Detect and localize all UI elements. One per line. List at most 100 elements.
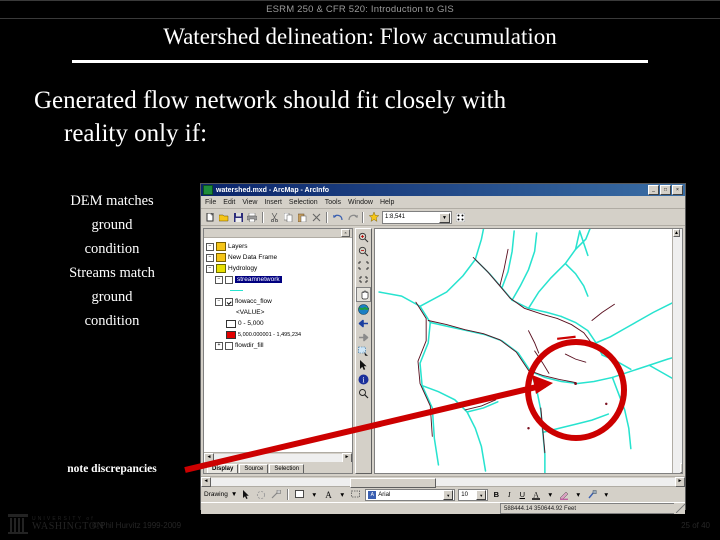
rotate-icon[interactable] bbox=[255, 488, 268, 501]
open-icon[interactable] bbox=[218, 211, 230, 223]
drawing-menu-label[interactable]: Drawing bbox=[204, 491, 228, 498]
toc-node-new-data-frame[interactable]: − New Data Frame bbox=[206, 252, 350, 263]
uw-column-icon bbox=[8, 514, 28, 534]
svg-text:A: A bbox=[533, 490, 539, 499]
drawing-menu-arrow[interactable]: ▼ bbox=[231, 491, 237, 498]
text-tool-arrow[interactable]: ▾ bbox=[337, 490, 347, 499]
fill-color-icon[interactable] bbox=[294, 488, 307, 501]
scroll-down-icon[interactable]: ▼ bbox=[679, 463, 682, 473]
toc-horizontal-scrollbar[interactable]: ◄ ► bbox=[204, 452, 352, 463]
font-color-arrow[interactable]: ▾ bbox=[545, 490, 555, 499]
undo-icon[interactable] bbox=[332, 211, 344, 223]
scroll-up-icon[interactable]: ▲ bbox=[673, 229, 680, 237]
delete-icon[interactable] bbox=[310, 211, 322, 223]
expander-icon[interactable]: − bbox=[215, 297, 223, 306]
zoom-out-icon[interactable] bbox=[357, 245, 370, 258]
toc-node-layers[interactable]: − Layers bbox=[206, 241, 350, 252]
cut-icon[interactable] bbox=[268, 211, 280, 223]
toc-node-hydrology[interactable]: − Hydrology bbox=[206, 263, 350, 274]
print-icon[interactable] bbox=[246, 211, 258, 223]
close-button[interactable]: × bbox=[672, 185, 683, 195]
expander-icon[interactable]: − bbox=[206, 242, 214, 251]
scale-dropdown-arrow[interactable]: ▼ bbox=[439, 212, 450, 223]
select-elements-icon[interactable] bbox=[357, 359, 370, 372]
map-scroll-right-icon[interactable]: ► bbox=[675, 476, 685, 487]
drawing-effects-arrow[interactable]: ▾ bbox=[601, 490, 611, 499]
toc-tabs: Display Source Selection bbox=[204, 462, 352, 473]
menu-file[interactable]: File bbox=[205, 199, 216, 206]
drawing-effects-icon[interactable] bbox=[586, 488, 599, 501]
full-extent-globe-icon[interactable] bbox=[357, 303, 370, 316]
new-element-icon[interactable] bbox=[350, 488, 363, 501]
zoom-in-icon[interactable] bbox=[357, 231, 370, 244]
layer-visibility-checkbox[interactable] bbox=[225, 297, 233, 306]
go-forward-icon[interactable] bbox=[357, 331, 370, 344]
map-vertical-scrollbar[interactable]: ▲ ▼ bbox=[672, 229, 682, 473]
italic-button[interactable]: I bbox=[504, 490, 514, 499]
tab-display[interactable]: Display bbox=[207, 464, 239, 473]
font-name-combo[interactable]: A Arial ▼ bbox=[365, 488, 456, 501]
maximize-button[interactable]: □ bbox=[660, 185, 671, 195]
menu-tools[interactable]: Tools bbox=[325, 199, 341, 206]
data-frame-icon bbox=[216, 253, 226, 262]
select-elements-icon[interactable] bbox=[240, 488, 253, 501]
font-size-combo[interactable]: 10 ▼ bbox=[458, 488, 489, 501]
go-back-icon[interactable] bbox=[357, 317, 370, 330]
toc-layer-flowdir[interactable]: + flowdir_fill bbox=[206, 340, 350, 351]
expander-icon[interactable]: − bbox=[215, 275, 223, 284]
window-titlebar[interactable]: watershed.mxd - ArcMap - ArcInfo _ □ × bbox=[201, 184, 685, 196]
edit-vertices-icon[interactable] bbox=[270, 488, 283, 501]
fixed-zoom-in-icon[interactable] bbox=[357, 259, 370, 272]
menu-view[interactable]: View bbox=[242, 199, 257, 206]
map-scroll-thumb[interactable] bbox=[350, 477, 436, 488]
add-data-icon[interactable] bbox=[368, 211, 380, 223]
menu-edit[interactable]: Edit bbox=[223, 199, 235, 206]
minimize-button[interactable]: _ bbox=[648, 185, 659, 195]
menu-window[interactable]: Window bbox=[348, 199, 373, 206]
resize-grip[interactable] bbox=[676, 504, 685, 513]
select-features-icon[interactable] bbox=[357, 345, 370, 358]
identify-icon[interactable]: i bbox=[357, 373, 370, 386]
map-scale-combo[interactable]: 1:8,541 ▼ bbox=[382, 210, 452, 224]
layer-visibility-checkbox[interactable] bbox=[225, 341, 233, 350]
toc-layer-flowacc[interactable]: − flowacc_flow bbox=[206, 296, 350, 307]
font-size-arrow[interactable]: ▼ bbox=[476, 490, 487, 500]
menu-insert[interactable]: Insert bbox=[264, 199, 282, 206]
toc-node-label: streamnetwork bbox=[235, 276, 282, 283]
layer-visibility-checkbox[interactable] bbox=[225, 275, 233, 284]
save-icon[interactable] bbox=[232, 211, 244, 223]
find-icon[interactable] bbox=[357, 387, 370, 400]
bold-button[interactable]: B bbox=[491, 490, 501, 499]
toc-close-icon[interactable]: × bbox=[341, 229, 350, 237]
highlight-color-icon[interactable] bbox=[558, 488, 571, 501]
fixed-zoom-out-icon[interactable] bbox=[357, 273, 370, 286]
menu-selection[interactable]: Selection bbox=[289, 199, 318, 206]
map-scroll-left-icon[interactable]: ◄ bbox=[201, 476, 211, 487]
font-color-icon[interactable]: A bbox=[530, 488, 543, 501]
redo-icon[interactable] bbox=[346, 211, 358, 223]
font-name-arrow[interactable]: ▼ bbox=[443, 490, 454, 500]
toc-layer-streamnetwork[interactable]: − streamnetwork bbox=[206, 274, 350, 285]
scroll-left-icon[interactable]: ◄ bbox=[204, 452, 214, 463]
menu-help[interactable]: Help bbox=[380, 199, 394, 206]
editor-toolbar-icon[interactable] bbox=[454, 211, 466, 223]
highlight-color-arrow[interactable]: ▾ bbox=[573, 490, 583, 499]
tab-source[interactable]: Source bbox=[239, 464, 269, 473]
scroll-right-icon[interactable]: ► bbox=[342, 452, 352, 463]
expander-icon[interactable]: + bbox=[215, 341, 223, 350]
text-tool-icon[interactable]: A bbox=[322, 488, 335, 501]
underline-button[interactable]: U bbox=[517, 490, 527, 499]
map-canvas[interactable]: ▲ ▼ bbox=[374, 228, 683, 474]
expander-icon[interactable]: − bbox=[206, 264, 214, 273]
fill-color-arrow[interactable]: ▾ bbox=[309, 490, 319, 499]
map-horizontal-scrollbar[interactable]: ◄ ► bbox=[201, 476, 685, 488]
scroll-track[interactable] bbox=[214, 453, 342, 462]
tab-selection[interactable]: Selection bbox=[269, 464, 305, 473]
new-document-icon[interactable] bbox=[204, 211, 216, 223]
copy-icon[interactable] bbox=[282, 211, 294, 223]
pan-icon[interactable] bbox=[356, 287, 371, 302]
map-scroll-track[interactable] bbox=[211, 477, 675, 488]
expander-icon[interactable]: − bbox=[206, 253, 214, 262]
bullet-line-1: Generated flow network should fit closel… bbox=[34, 87, 507, 114]
paste-icon[interactable] bbox=[296, 211, 308, 223]
